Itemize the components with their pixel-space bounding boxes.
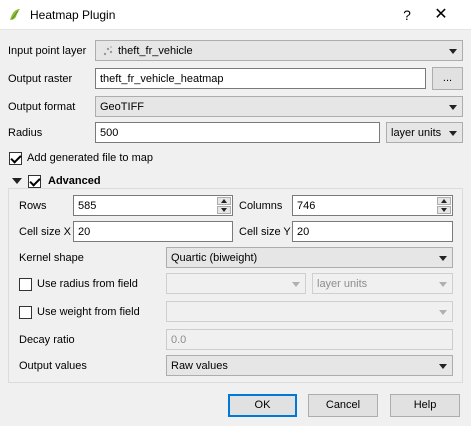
kernel-shape-combo[interactable]: Quartic (biweight)	[166, 247, 453, 268]
chevron-down-icon	[439, 256, 447, 261]
cell-size-y-label: Cell size Y	[239, 226, 291, 238]
output-format-label: Output format	[8, 101, 76, 113]
output-format-value: GeoTIFF	[100, 101, 145, 113]
cell-size-x-input[interactable]: 20	[73, 221, 233, 242]
advanced-checkbox[interactable]	[28, 175, 41, 188]
columns-spinbox[interactable]: 746	[292, 195, 453, 216]
input-layer-value: theft_fr_vehicle	[118, 45, 193, 57]
decay-ratio-label: Decay ratio	[19, 334, 75, 346]
add-to-map-label: Add generated file to map	[27, 152, 153, 164]
weight-field-label: Use weight from field	[37, 306, 140, 318]
point-layer-icon	[103, 46, 113, 56]
add-to-map-checkbox[interactable]	[9, 152, 22, 165]
chevron-down-icon	[292, 282, 300, 287]
chevron-down-icon	[449, 131, 457, 136]
output-values-combo[interactable]: Raw values	[166, 355, 453, 376]
spin-down-icon[interactable]	[217, 206, 231, 214]
output-raster-input[interactable]: theft_fr_vehicle_heatmap	[95, 68, 426, 89]
cell-size-y-input[interactable]: 20	[292, 221, 453, 242]
help-button[interactable]: Help	[390, 394, 460, 417]
rows-value: 585	[78, 200, 97, 212]
radius-field-unit-combo: layer units	[312, 273, 453, 294]
cancel-button[interactable]: Cancel	[308, 394, 378, 417]
radius-input[interactable]: 500	[95, 122, 380, 143]
columns-label: Columns	[239, 200, 283, 212]
chevron-down-icon	[449, 105, 457, 110]
output-format-combo[interactable]: GeoTIFF	[95, 96, 463, 117]
advanced-title: Advanced	[48, 175, 101, 187]
chevron-down-icon	[439, 310, 447, 315]
input-layer-label: Input point layer	[8, 45, 87, 57]
spin-up-icon[interactable]	[217, 197, 231, 205]
spin-up-icon[interactable]	[437, 197, 451, 205]
cell-size-y-value: 20	[297, 226, 310, 238]
chevron-down-icon	[449, 49, 457, 54]
rows-label: Rows	[19, 200, 47, 212]
radius-unit-value: layer units	[391, 127, 442, 139]
output-raster-value: theft_fr_vehicle_heatmap	[100, 73, 224, 85]
decay-ratio-input: 0.0	[166, 329, 453, 350]
browse-button[interactable]: ...	[432, 67, 463, 90]
output-values-label: Output values	[19, 360, 87, 372]
spin-down-icon[interactable]	[437, 206, 451, 214]
radius-field-checkbox[interactable]	[19, 278, 32, 291]
rows-spin-buttons[interactable]	[217, 197, 231, 214]
qgis-logo-icon	[10, 9, 20, 20]
radius-label: Radius	[8, 127, 43, 139]
radius-unit-combo[interactable]: layer units	[386, 122, 463, 143]
cell-size-x-label: Cell size X	[19, 226, 71, 238]
cell-size-x-value: 20	[78, 226, 91, 238]
help-icon[interactable]: ?	[396, 5, 418, 25]
output-raster-label: Output raster	[8, 73, 73, 85]
columns-spin-buttons[interactable]	[437, 197, 451, 214]
collapse-triangle-icon[interactable]	[12, 178, 22, 184]
radius-field-unit-value: layer units	[317, 278, 368, 290]
decay-ratio-value: 0.0	[171, 334, 187, 346]
weight-field-checkbox[interactable]	[19, 306, 32, 319]
chevron-down-icon	[439, 282, 447, 287]
chevron-down-icon	[439, 364, 447, 369]
output-values-value: Raw values	[171, 360, 228, 372]
radius-field-combo	[166, 273, 306, 294]
rows-spinbox[interactable]: 585	[73, 195, 233, 216]
columns-value: 746	[297, 200, 316, 212]
close-icon[interactable]: ✕	[430, 5, 452, 25]
input-layer-combo[interactable]: theft_fr_vehicle	[95, 40, 463, 61]
window-title: Heatmap Plugin	[30, 8, 116, 22]
radius-value: 500	[100, 127, 119, 139]
kernel-shape-label: Kernel shape	[19, 252, 84, 264]
weight-field-combo	[166, 301, 453, 322]
radius-field-label: Use radius from field	[37, 278, 138, 290]
ok-button[interactable]: OK	[228, 394, 297, 417]
kernel-shape-value: Quartic (biweight)	[171, 252, 258, 264]
